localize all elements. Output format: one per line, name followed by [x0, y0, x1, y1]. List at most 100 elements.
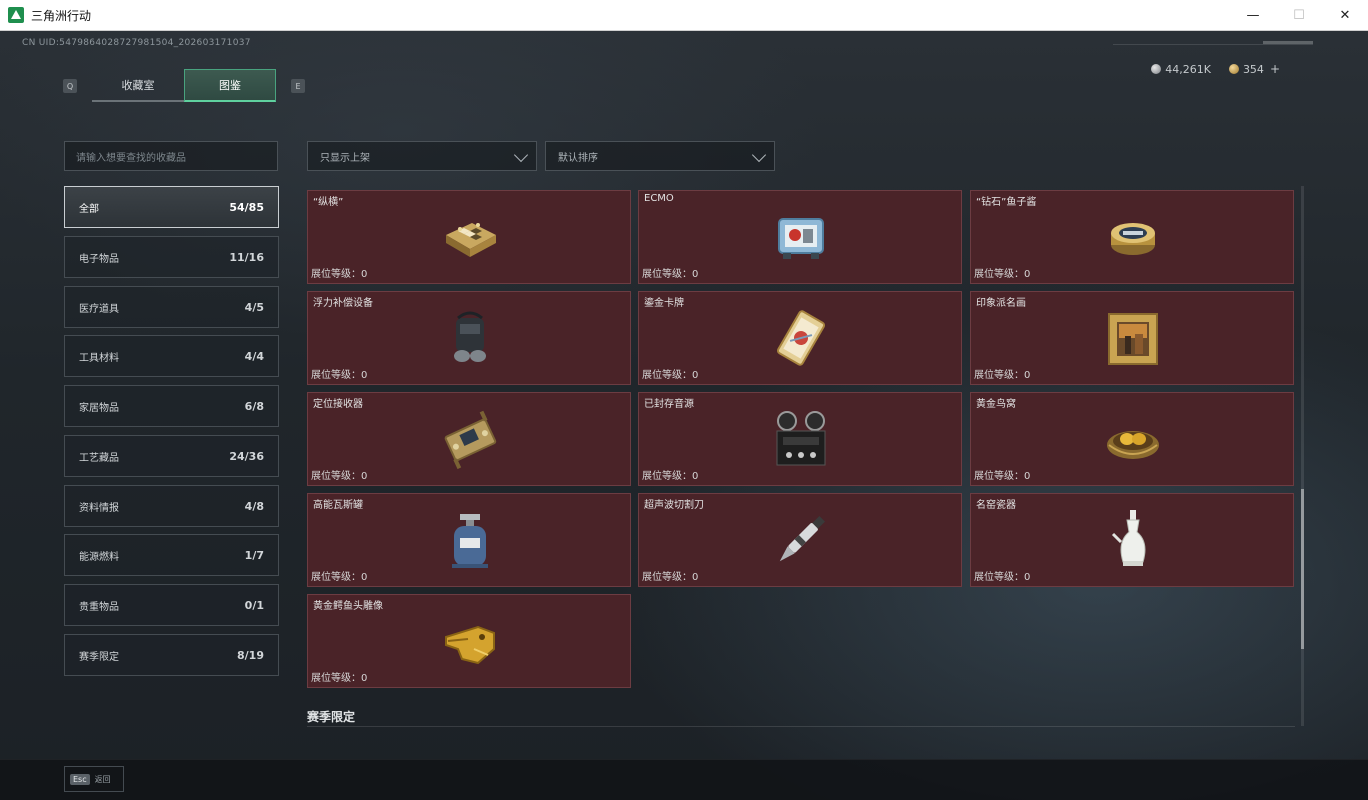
tab-collection-room[interactable]: 收藏室 [92, 69, 184, 102]
category-count: 54/85 [229, 200, 264, 214]
collectible-card[interactable]: 黄金鸟窝 展位等级：0 [970, 392, 1294, 486]
gold-coin-icon [1228, 64, 1239, 74]
category-label: 工具材料 [79, 352, 119, 364]
collectible-card[interactable]: 印象派名画 展位等级：0 [970, 291, 1294, 385]
item-name: “纵横” [313, 197, 344, 208]
booth-level: 展位等级：0 [974, 370, 1031, 381]
category-electronics[interactable]: 电子物品 11/16 [64, 236, 279, 278]
gas-canister-icon [438, 508, 502, 572]
booth-level: 展位等级：0 [642, 572, 699, 583]
category-count: 6/8 [244, 399, 264, 413]
tab-prev-key-hint: Q [63, 79, 77, 93]
category-tools[interactable]: 工具材料 4/4 [64, 335, 279, 377]
category-medical[interactable]: 医疗道具 4/5 [64, 286, 279, 328]
gps-receiver-icon [438, 407, 502, 471]
window-titlebar: 三角洲行动 — ☐ ✕ [0, 0, 1368, 31]
booth-level: 展位等级：0 [311, 572, 368, 583]
item-name: 定位接收器 [313, 399, 363, 410]
chevron-down-icon [751, 147, 767, 163]
category-label: 资料情报 [79, 502, 119, 514]
booth-level: 展位等级：0 [974, 269, 1031, 280]
reel-recorder-icon [769, 407, 833, 471]
category-label: 赛季限定 [79, 651, 119, 663]
booth-level: 展位等级：0 [311, 471, 368, 482]
item-name: ECMO [644, 193, 674, 204]
item-name: 黄金鳄鱼头雕像 [313, 601, 383, 612]
scrollbar-thumb[interactable] [1301, 489, 1304, 649]
shelf-filter-value: 只显示上架 [320, 152, 370, 164]
section-divider [307, 726, 1295, 727]
category-count: 4/8 [244, 499, 264, 513]
category-count: 1/7 [244, 548, 264, 562]
category-count: 8/19 [237, 648, 264, 662]
buoyancy-device-icon [438, 306, 502, 370]
category-label: 电子物品 [79, 253, 119, 265]
category-count: 4/4 [244, 349, 264, 363]
booth-level: 展位等级：0 [642, 269, 699, 280]
collectible-card[interactable]: 超声波切割刀 展位等级：0 [638, 493, 962, 587]
collectible-card[interactable]: “纵横” 展位等级：0 [307, 190, 631, 284]
category-season-limited[interactable]: 赛季限定 8/19 [64, 634, 279, 676]
esc-key-hint: Esc [70, 773, 90, 785]
collectible-card[interactable]: 黄金鳄鱼头雕像 展位等级：0 [307, 594, 631, 688]
category-household[interactable]: 家居物品 6/8 [64, 385, 279, 427]
category-label: 贵重物品 [79, 601, 119, 613]
category-crafts[interactable]: 工艺藏品 24/36 [64, 435, 279, 477]
silver-coin-icon [1151, 64, 1162, 74]
user-uid: CN UID:5479864028727981504_202603171037 [22, 38, 251, 48]
shelf-filter-dropdown[interactable]: 只显示上架 [307, 141, 537, 171]
category-fuel[interactable]: 能源燃料 1/7 [64, 534, 279, 576]
sort-value: 默认排序 [558, 152, 598, 164]
category-count: 0/1 [244, 598, 264, 612]
section-heading-season: 赛季限定 [307, 710, 356, 724]
gold-amount: 354 [1242, 62, 1264, 76]
collectible-card[interactable]: ECMO 展位等级：0 [638, 190, 962, 284]
add-currency-button[interactable]: + [1270, 62, 1280, 76]
sort-dropdown[interactable]: 默认排序 [545, 141, 775, 171]
item-name: 浮力补偿设备 [313, 298, 373, 309]
ultrasonic-knife-icon [769, 508, 833, 572]
booth-level: 展位等级：0 [642, 471, 699, 482]
booth-level: 展位等级：0 [311, 269, 368, 280]
golden-nest-icon [1101, 407, 1165, 471]
tab-catalog[interactable]: 图鉴 [184, 69, 276, 102]
minimize-button[interactable]: — [1230, 0, 1276, 31]
collectible-card[interactable]: “钻石”鱼子酱 展位等级：0 [970, 190, 1294, 284]
chevron-down-icon [513, 147, 529, 163]
collectible-card[interactable]: 鎏金卡牌 展位等级：0 [638, 291, 962, 385]
game-viewport: CN UID:5479864028727981504_202603171037 … [0, 31, 1368, 800]
chessboard-icon [438, 205, 502, 269]
category-label: 能源燃料 [79, 551, 119, 563]
window-title: 三角洲行动 [31, 8, 92, 23]
top-divider [1113, 44, 1313, 45]
maximize-button[interactable]: ☐ [1276, 0, 1322, 31]
collectible-card[interactable]: 浮力补偿设备 展位等级：0 [307, 291, 631, 385]
collectible-card[interactable]: 高能瓦斯罐 展位等级：0 [307, 493, 631, 587]
bottom-bar [0, 759, 1368, 800]
category-valuables[interactable]: 贵重物品 0/1 [64, 584, 279, 626]
item-name: 黄金鸟窝 [976, 399, 1016, 410]
category-intel[interactable]: 资料情报 4/8 [64, 485, 279, 527]
category-all[interactable]: 全部 54/85 [64, 186, 279, 228]
booth-level: 展位等级：0 [974, 471, 1031, 482]
tab-next-key-hint: E [291, 79, 305, 93]
category-count: 11/16 [229, 250, 264, 264]
category-label: 工艺藏品 [79, 452, 119, 464]
item-name: 印象派名画 [976, 298, 1026, 309]
close-button[interactable]: ✕ [1322, 0, 1368, 31]
top-divider-accent [1263, 41, 1313, 44]
porcelain-vase-icon [1101, 508, 1165, 572]
collectible-card[interactable]: 名窑瓷器 展位等级：0 [970, 493, 1294, 587]
collectible-card[interactable]: 定位接收器 展位等级：0 [307, 392, 631, 486]
app-logo-icon [8, 7, 24, 23]
booth-level: 展位等级：0 [311, 370, 368, 381]
category-count: 4/5 [244, 300, 264, 314]
window-controls: — ☐ ✕ [1230, 0, 1368, 31]
booth-level: 展位等级：0 [974, 572, 1031, 583]
gold-croc-head-icon [438, 609, 502, 673]
back-button[interactable]: Esc 返回 [64, 766, 124, 792]
ecmo-machine-icon [769, 205, 833, 269]
collectible-card[interactable]: 已封存音源 展位等级：0 [638, 392, 962, 486]
gilded-card-icon [769, 306, 833, 370]
search-input[interactable]: 请输入想要查找的收藏品 [64, 141, 278, 171]
